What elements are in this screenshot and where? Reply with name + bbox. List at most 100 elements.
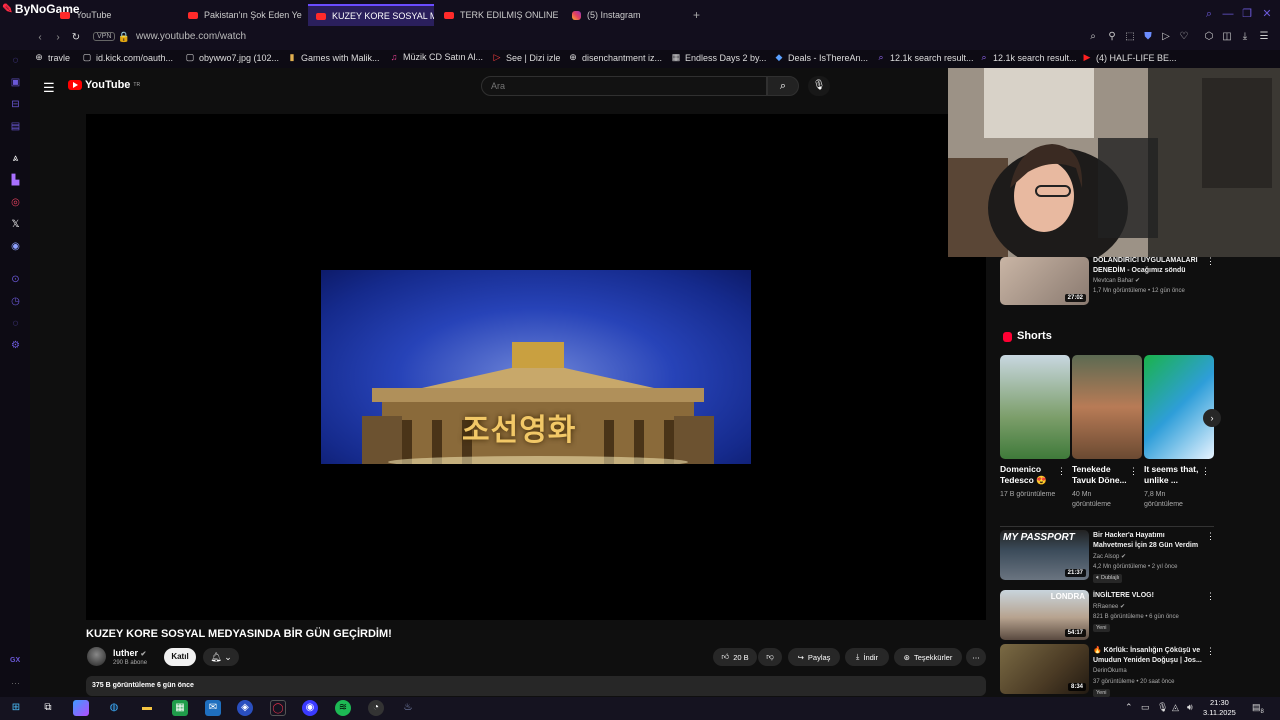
- close-icon[interactable]: ✕: [1261, 8, 1273, 20]
- file-explorer-icon[interactable]: ▬: [139, 700, 155, 716]
- opera-gx-icon[interactable]: ◯: [270, 700, 286, 716]
- hamburger-menu-icon[interactable]: ☰: [43, 80, 55, 96]
- short-title[interactable]: Domenico Tedesco 😍: [1000, 464, 1058, 486]
- video-options-icon[interactable]: ⋮: [1206, 646, 1215, 657]
- bookmark-disenchantment[interactable]: ⊕ disenchantment iz...: [568, 52, 662, 63]
- maximize-icon[interactable]: ❐: [1241, 8, 1253, 20]
- video-options-icon[interactable]: ⋮: [1206, 591, 1215, 602]
- more-actions-button[interactable]: ⋯: [966, 648, 986, 666]
- mail-icon[interactable]: ✉: [205, 700, 221, 716]
- history-icon[interactable]: ◷: [9, 295, 22, 308]
- search-tabs-icon[interactable]: ⌕: [1203, 8, 1215, 20]
- video-options-icon[interactable]: ⋮: [1206, 531, 1215, 542]
- heart-icon[interactable]: ♡: [1178, 31, 1190, 43]
- bookmark-travle[interactable]: ⊕ travle: [34, 52, 70, 63]
- short-thumbnail[interactable]: [1000, 355, 1070, 459]
- tab-kuzey-kore[interactable]: KUZEY KORE SOSYAL ME: [308, 4, 434, 26]
- bookmark-endless-days[interactable]: ▦ Endless Days 2 by...: [671, 52, 767, 63]
- recommended-title[interactable]: DOLANDIRICI UYGULAMALARI DENEDİM - Ocağı…: [1093, 256, 1203, 276]
- video-options-icon[interactable]: ⋮: [1206, 256, 1215, 267]
- messenger-icon[interactable]: ▤: [9, 120, 22, 133]
- share-button[interactable]: ↪ Paylaş: [788, 648, 840, 666]
- twitch-icon[interactable]: ▙: [9, 174, 22, 187]
- search-button[interactable]: ⌕: [767, 76, 799, 96]
- gx-label[interactable]: GX: [10, 657, 20, 664]
- short-options-icon[interactable]: ⋮: [1057, 466, 1066, 477]
- bookmark-games-malik[interactable]: ▮ Games with Malik...: [287, 52, 380, 63]
- join-button[interactable]: Katıl: [164, 648, 196, 666]
- volume-icon[interactable]: 🔊︎: [1187, 702, 1193, 713]
- thanks-button[interactable]: ⊛ Teşekkürler: [894, 648, 962, 666]
- recommended-channel[interactable]: Mevtcan Bahar ✔: [1093, 277, 1140, 284]
- wifi-icon[interactable]: ◬: [1172, 702, 1179, 713]
- short-thumbnail[interactable]: [1072, 355, 1142, 459]
- youtube-logo[interactable]: YouTube TR: [68, 79, 140, 91]
- zoom-icon[interactable]: ⌕: [1087, 31, 1099, 43]
- reload-icon[interactable]: ↻: [69, 31, 83, 45]
- recommended-channel[interactable]: Zac Alsop ✔: [1093, 553, 1126, 560]
- subscribe-bell-button[interactable]: 🔔︎ ⌄: [203, 648, 239, 666]
- aria-icon[interactable]: ◌: [9, 54, 22, 67]
- snapshot-icon[interactable]: ⬚: [1124, 31, 1136, 43]
- vpn-badge[interactable]: VPN: [93, 32, 116, 41]
- channel-name[interactable]: luther ✔: [113, 648, 146, 658]
- short-thumbnail[interactable]: [1144, 355, 1214, 459]
- short-options-icon[interactable]: ⋮: [1201, 466, 1210, 477]
- app-icon[interactable]: ◈: [237, 700, 253, 716]
- menu-icon[interactable]: ☰: [1258, 31, 1270, 43]
- start-icon[interactable]: ⊞: [8, 700, 24, 716]
- tray-chevron-icon[interactable]: ⌃: [1125, 702, 1133, 713]
- tab-youtube[interactable]: YouTube: [52, 4, 174, 26]
- short-options-icon[interactable]: ⋮: [1129, 466, 1138, 477]
- bookmark-kick[interactable]: ▢ id.kick.com/oauth...: [82, 52, 173, 63]
- recommended-title[interactable]: Bir Hacker'a Hayatımı Mahvetmesi İçin 28…: [1093, 531, 1203, 551]
- discord-taskbar-icon[interactable]: ◉: [302, 700, 318, 716]
- chat-icon[interactable]: ◌: [9, 317, 22, 330]
- forward-icon[interactable]: ›: [51, 31, 65, 45]
- wallet-icon[interactable]: ◫: [1221, 31, 1233, 43]
- dislike-button[interactable]: 👎︎: [758, 648, 782, 666]
- bookmark-see-dizi[interactable]: ▷ See | Dizi izle: [492, 52, 561, 63]
- recommended-thumbnail[interactable]: MY PASSPORT 21:37: [1000, 530, 1089, 580]
- pin-icon[interactable]: ⚲: [1106, 31, 1118, 43]
- more-icon[interactable]: ⋯: [11, 678, 20, 689]
- player-sidebar-icon[interactable]: ⊙: [9, 273, 22, 286]
- copilot-icon[interactable]: [73, 700, 89, 716]
- recommended-thumbnail[interactable]: LONDRA 54:17: [1000, 590, 1089, 640]
- tab-pakistan[interactable]: Pakistan'ın Şok Eden Yem: [180, 4, 302, 26]
- short-title[interactable]: It seems that, unlike ...: [1144, 464, 1202, 486]
- settings-icon[interactable]: ⚙: [9, 339, 22, 352]
- network-icon[interactable]: ▭: [1141, 702, 1150, 713]
- edge-icon[interactable]: ◍: [106, 700, 122, 716]
- recommended-thumbnail[interactable]: 8:34: [1000, 644, 1089, 694]
- like-button[interactable]: 👍︎ 20 B: [713, 648, 757, 666]
- download-button[interactable]: ⤓ İndir: [845, 648, 889, 666]
- obs-icon[interactable]: ◔: [368, 700, 384, 716]
- discord-icon[interactable]: ◉: [9, 240, 22, 253]
- gamepad-icon[interactable]: ⊟: [9, 98, 22, 111]
- shorts-next-button[interactable]: ›: [1203, 409, 1221, 427]
- description-box[interactable]: 375 B görüntüleme 6 gün önce: [86, 676, 986, 696]
- spotify-icon[interactable]: ≋: [335, 700, 351, 716]
- recommended-title[interactable]: 🔥 Körlük: İnsanlığın Çöküşü ve Umudun Ye…: [1093, 646, 1203, 666]
- task-view-icon[interactable]: ⧉: [40, 700, 56, 716]
- channel-avatar[interactable]: [87, 647, 106, 666]
- recommended-channel[interactable]: RRaenee ✔: [1093, 603, 1125, 610]
- x-icon[interactable]: 𝕏: [9, 218, 22, 231]
- notification-icon[interactable]: ▤8: [1252, 702, 1264, 715]
- tab-terk-edilmis[interactable]: TERK EDILMIŞ ONLINE O: [436, 4, 558, 26]
- bookmark-obywwo[interactable]: ▢ obywwo7.jpg (102...: [185, 52, 279, 63]
- store-icon[interactable]: ▦: [172, 700, 188, 716]
- short-title[interactable]: Tenekede Tavuk Döne...: [1072, 464, 1130, 486]
- extensions-icon[interactable]: ⬡: [1203, 31, 1215, 43]
- mic-tray-icon[interactable]: 🎙︎: [1157, 702, 1168, 713]
- bookmark-search-results-1[interactable]: ⌕ 12.1k search result...: [876, 52, 973, 63]
- minimize-icon[interactable]: —: [1222, 8, 1234, 20]
- shield-icon[interactable]: ⛊: [1142, 31, 1154, 43]
- steam-icon[interactable]: ♨: [400, 700, 416, 716]
- recommended-channel[interactable]: DerinOkuma: [1093, 668, 1127, 674]
- voice-search-button[interactable]: 🎙: [808, 76, 830, 96]
- instagram-sidebar-icon[interactable]: ◎: [9, 196, 22, 209]
- tab-instagram[interactable]: (5) Instagram: [564, 4, 684, 26]
- bookmark-deals[interactable]: ◆ Deals - IsThereAn...: [774, 52, 869, 63]
